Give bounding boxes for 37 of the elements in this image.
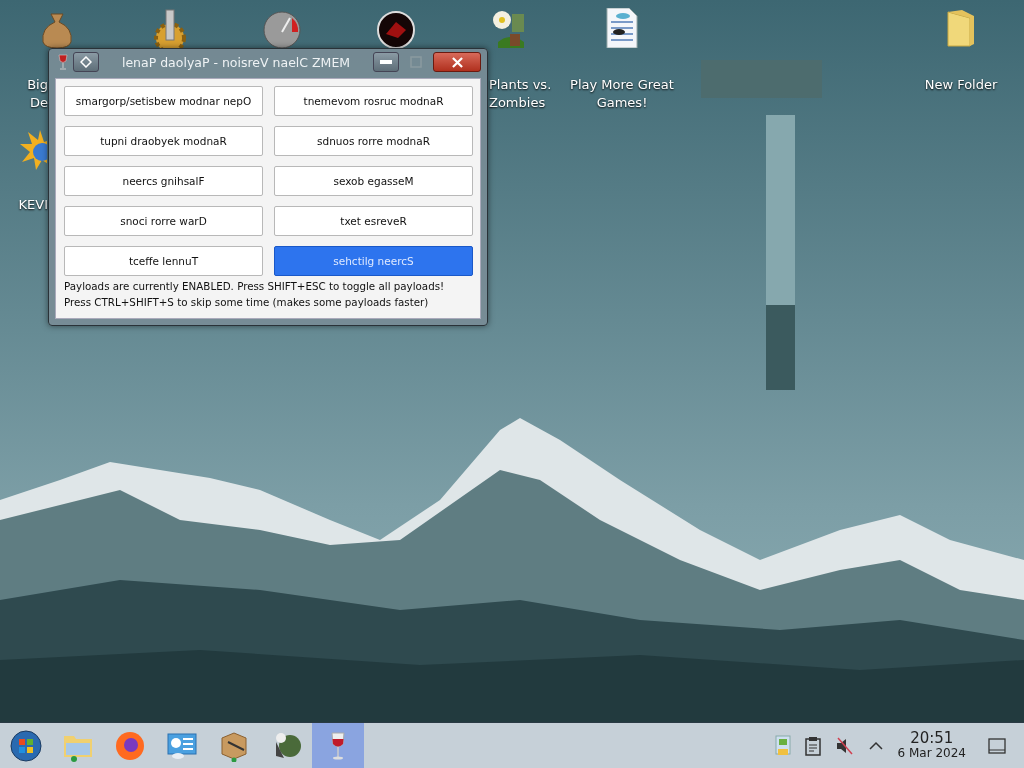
payload-button[interactable]: smargorp/setisbew modnar nepO <box>64 86 263 116</box>
minimize-button[interactable] <box>373 52 399 72</box>
payload-button[interactable]: neercs gnihsalF <box>64 166 263 196</box>
icon-label: Big De <box>26 76 48 112</box>
minimize-icon <box>380 60 392 64</box>
payload-button[interactable]: sdnuos rorre modnaR <box>274 126 473 156</box>
clock-date[interactable]: 6 Mar 2024 <box>897 745 966 761</box>
start-orb-icon <box>10 729 42 762</box>
hint-text: Payloads are currently ENABLED. Press SHIFT+ESC to toggle all payloads! <box>64 280 446 292</box>
close-button[interactable] <box>433 52 481 72</box>
icon-label: Play More Great Games! <box>569 76 675 112</box>
close-icon <box>451 56 463 68</box>
window-title: lenaP daolyaP - noisreV naelC ZMEM <box>120 54 352 70</box>
chevron-up-icon[interactable] <box>868 740 883 751</box>
box-icon <box>218 729 250 762</box>
payload-button[interactable]: tupni draobyek modnaR <box>64 126 263 156</box>
icon-label: Plants vs. Zombies <box>489 76 553 112</box>
taskbar-item[interactable] <box>312 723 364 768</box>
gauge-icon[interactable] <box>262 8 302 48</box>
payload-button[interactable]: sehctilg neercS <box>274 246 473 276</box>
show-desktop-icon[interactable] <box>988 737 1006 754</box>
payload-button[interactable]: txet esreveR <box>274 206 473 236</box>
payload-button[interactable]: tceffe lennuT <box>64 246 263 276</box>
orb-icon[interactable] <box>376 8 416 48</box>
muted-speaker-icon[interactable] <box>834 735 855 756</box>
payload-button[interactable]: sexob egasseM <box>274 166 473 196</box>
keep-above-button[interactable] <box>73 52 99 72</box>
icon-label: KEVI <box>17 196 48 214</box>
clipboard-icon[interactable] <box>804 735 821 756</box>
payload-button[interactable]: snoci rorre warD <box>64 206 263 236</box>
payload-button[interactable]: tnemevom rosruc modnaR <box>274 86 473 116</box>
fox-globe-icon <box>114 729 146 762</box>
diamond-icon <box>80 56 92 68</box>
icon-label: New Folder <box>923 76 999 94</box>
clock-time[interactable]: 20:51 <box>910 730 954 746</box>
hint-text: Press CTRL+SHIFT+S to skip some time (makes some payloads faster) <box>64 296 430 308</box>
wine-glass-icon[interactable] <box>57 54 69 70</box>
